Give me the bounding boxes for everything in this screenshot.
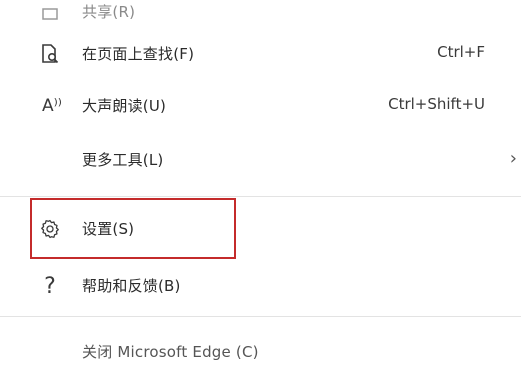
- menu-divider: [0, 196, 521, 197]
- settings-highlight-box: [30, 198, 236, 259]
- menu-item-read-aloud[interactable]: A⁾⁾ 大声朗读(U) Ctrl+Shift+U: [0, 80, 521, 132]
- share-icon: [36, 0, 64, 26]
- chevron-right-icon: ›: [509, 148, 517, 169]
- shortcut-text: Ctrl+F: [437, 43, 485, 61]
- shortcut-text: Ctrl+Shift+U: [388, 95, 485, 113]
- find-on-page-icon: [36, 40, 64, 68]
- read-aloud-icon: A⁾⁾: [42, 96, 62, 116]
- menu-item-label: 大声朗读(U): [82, 97, 167, 115]
- menu-item-label: 关闭 Microsoft Edge (C): [82, 343, 259, 361]
- menu-item-more-tools[interactable]: 更多工具(L) ›: [0, 134, 521, 186]
- menu-item-label: 帮助和反馈(B): [82, 277, 181, 295]
- browser-settings-menu: 共享(R) 在页面上查找(F) Ctrl+F A⁾⁾ 大声朗读(U) Ctrl+…: [0, 0, 521, 361]
- menu-item-label: 共享(R): [82, 3, 136, 21]
- menu-divider: [0, 316, 521, 317]
- menu-item-find-on-page[interactable]: 在页面上查找(F) Ctrl+F: [0, 28, 521, 80]
- menu-item-help-feedback[interactable]: ? 帮助和反馈(B): [0, 260, 521, 312]
- menu-item-label: 更多工具(L): [82, 151, 164, 169]
- menu-item-close-edge[interactable]: 关闭 Microsoft Edge (C): [0, 326, 521, 378]
- menu-item-label: 在页面上查找(F): [82, 45, 195, 63]
- help-icon: ?: [44, 273, 56, 299]
